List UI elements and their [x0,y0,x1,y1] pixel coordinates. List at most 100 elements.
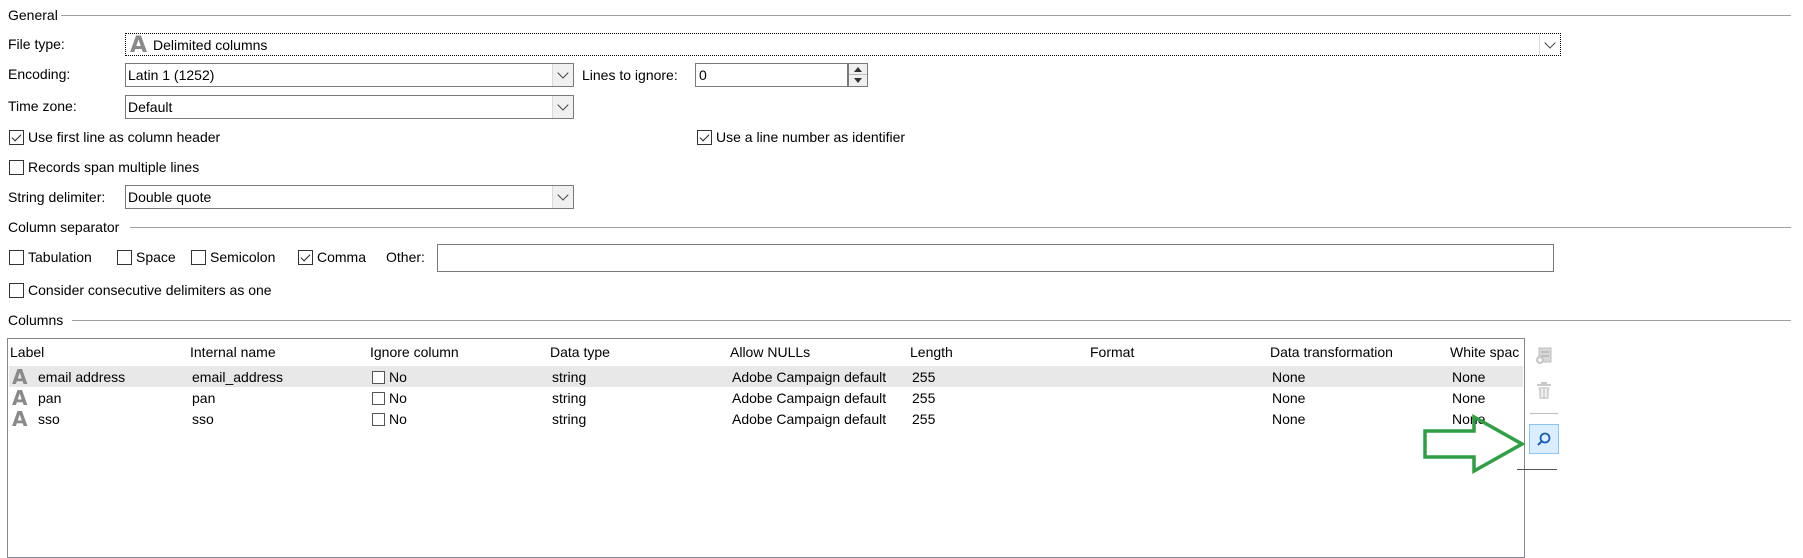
cell-data-type: string [552,390,587,406]
cell-ignore-value: No [389,411,407,427]
cell-length: 255 [912,411,936,427]
other-separator-input[interactable] [437,244,1554,272]
time-zone-label: Time zone: [8,98,77,114]
text-type-A-icon: A [12,365,28,389]
comma-checkbox[interactable]: Comma [298,248,366,266]
records-span-checkbox[interactable]: Records span multiple lines [9,158,199,176]
space-label: Space [136,249,176,265]
use-line-number-label: Use a line number as identifier [716,129,906,145]
header-format[interactable]: Format [1090,344,1134,360]
string-delimiter-dropdown-button[interactable] [552,186,573,208]
triangle-down-icon [854,78,862,83]
cell-ignore-value: No [389,369,407,385]
checkbox-box[interactable] [697,129,712,145]
cell-length: 255 [912,390,936,406]
general-section-header: General [0,6,1803,24]
use-first-line-checkbox[interactable]: Use first line as column header [9,128,220,146]
table-row[interactable]: A sso sso No string Adobe Campaign defau… [9,408,1523,429]
checkbox-box[interactable] [9,159,24,175]
checkbox-box[interactable] [9,249,24,265]
checkbox-box[interactable] [298,249,313,265]
cell-white-space: None [1452,390,1486,406]
semicolon-checkbox[interactable]: Semicolon [191,248,275,266]
time-zone-select[interactable]: Default [125,95,574,119]
cell-ignore: No [372,410,407,428]
use-first-line-label: Use first line as column header [28,129,221,145]
chevron-down-icon [1544,36,1556,49]
header-internal-name[interactable]: Internal name [190,344,276,360]
header-ignore-column[interactable]: Ignore column [370,344,459,360]
time-zone-dropdown-button[interactable] [552,96,573,118]
header-length[interactable]: Length [910,344,953,360]
tabulation-checkbox[interactable]: Tabulation [9,248,92,266]
encoding-dropdown-button[interactable] [552,64,573,86]
consecutive-delimiters-checkbox[interactable]: Consider consecutive delimiters as one [9,281,272,299]
encoding-value: Latin 1 (1252) [128,67,215,83]
file-type-dropdown-button[interactable] [1539,34,1560,55]
cell-label: pan [38,390,62,406]
encoding-label: Encoding: [8,66,71,82]
cell-data-type: string [552,369,587,385]
cell-data-type: string [552,411,587,427]
checkbox-box[interactable] [372,391,385,405]
text-type-A-icon: A [12,386,28,410]
cell-white-space: None [1452,369,1486,385]
cell-allow-nulls: Adobe Campaign default [732,390,887,406]
tabulation-label: Tabulation [28,249,92,265]
cell-internal-name: email_address [192,369,284,385]
header-white-space[interactable]: White spac [1450,344,1524,360]
delete-button[interactable] [1532,379,1556,403]
comma-label: Comma [317,249,367,265]
text-type-A-icon: A [12,407,28,431]
header-data-type[interactable]: Data type [550,344,610,360]
header-data-transformation[interactable]: Data transformation [1270,344,1393,360]
search-button[interactable] [1529,424,1559,454]
general-section-title: General [8,6,61,24]
spin-down-button[interactable] [849,75,867,86]
lines-to-ignore-spinner[interactable] [848,63,868,87]
table-row[interactable]: A email address email_address No string … [9,366,1523,387]
add-column-button[interactable] [1532,343,1556,367]
checkbox-box[interactable] [9,282,24,298]
use-line-number-checkbox[interactable]: Use a line number as identifier [697,128,905,146]
string-delimiter-label: String delimiter: [8,189,106,205]
delete-icon [1537,382,1551,399]
cell-label: email address [38,369,126,385]
text-type-A-icon: A [130,32,148,58]
columns-section-title: Columns [8,311,67,329]
checkbox-box[interactable] [9,129,24,145]
file-type-value: Delimited columns [153,36,268,53]
encoding-select[interactable]: Latin 1 (1252) [125,63,574,87]
file-type-label: File type: [8,36,65,52]
other-label: Other: [386,249,425,265]
cell-transformation: None [1272,369,1306,385]
cell-internal-name: sso [192,411,214,427]
lines-to-ignore-value: 0 [699,67,707,83]
file-type-select[interactable]: A Delimited columns [125,33,1561,56]
chevron-down-icon [557,99,569,111]
triangle-up-icon [854,66,862,72]
cell-ignore-value: No [389,390,407,406]
checkbox-box[interactable] [372,370,385,384]
spin-up-button[interactable] [849,64,867,75]
cell-length: 255 [912,369,936,385]
lines-to-ignore-input[interactable]: 0 [695,63,848,87]
header-label[interactable]: Label [10,344,44,360]
add-column-icon [1536,347,1552,364]
semicolon-label: Semicolon [210,249,276,265]
space-checkbox[interactable]: Space [117,248,176,266]
search-icon [1537,432,1551,446]
header-allow-nulls[interactable]: Allow NULLs [730,344,810,360]
toolbar-separator [1530,413,1558,414]
cell-transformation: None [1272,411,1306,427]
checkbox-box[interactable] [117,249,132,265]
columns-grid[interactable]: Label Internal name Ignore column Data t… [7,338,1525,558]
string-delimiter-select[interactable]: Double quote [125,185,574,209]
cell-ignore: No [372,389,407,407]
chevron-down-icon [557,67,569,79]
checkbox-box[interactable] [372,412,385,426]
table-row[interactable]: A pan pan No string Adobe Campaign defau… [9,387,1523,408]
right-arrow-icon [1423,414,1526,474]
checkbox-box[interactable] [191,249,206,265]
string-delimiter-value: Double quote [128,189,212,205]
